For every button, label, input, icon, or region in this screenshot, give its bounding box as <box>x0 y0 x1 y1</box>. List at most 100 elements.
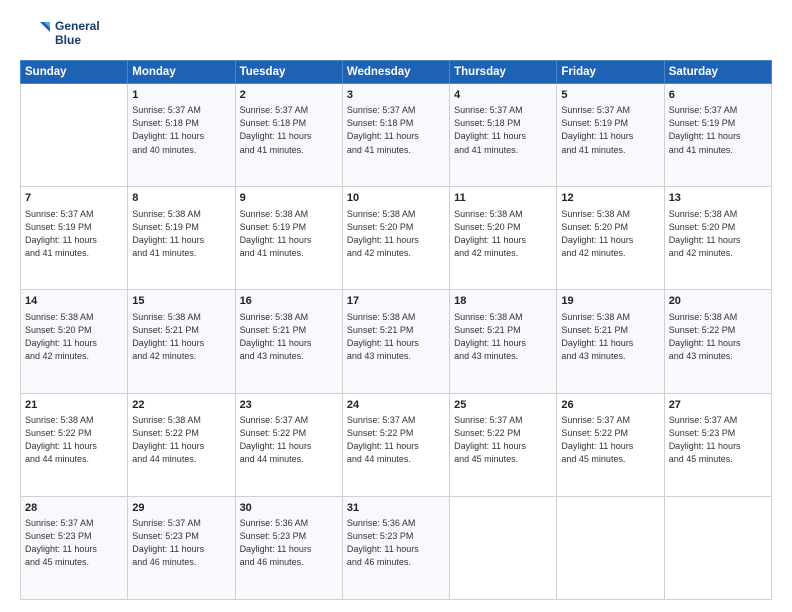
day-number: 14 <box>25 294 123 309</box>
day-cell: 14 Sunrise: 5:38 AM Sunset: 5:20 PM Dayli… <box>21 290 128 393</box>
day-info: Sunrise: 5:37 AM Sunset: 5:19 PM Dayligh… <box>561 104 659 156</box>
day-cell: 28Sunrise: 5:37 AM Sunset: 5:23 PM Dayli… <box>21 496 128 599</box>
day-number: 31 <box>347 501 445 516</box>
day-info: Sunrise: 5:37 AM Sunset: 5:22 PM Dayligh… <box>561 414 659 466</box>
day-header-friday: Friday <box>557 61 664 84</box>
day-info: Sunrise: 5:38 AM Sunset: 5:21 PM Dayligh… <box>347 311 445 363</box>
day-header-thursday: Thursday <box>450 61 557 84</box>
calendar-table: SundayMondayTuesdayWednesdayThursdayFrid… <box>20 60 772 600</box>
day-cell: 2Sunrise: 5:37 AM Sunset: 5:18 PM Daylig… <box>235 84 342 187</box>
day-number: 18 <box>454 294 552 309</box>
day-info: Sunrise: 5:36 AM Sunset: 5:23 PM Dayligh… <box>347 517 445 569</box>
day-info: Sunrise: 5:38 AM Sunset: 5:20 PM Dayligh… <box>454 208 552 260</box>
day-cell: 5Sunrise: 5:37 AM Sunset: 5:19 PM Daylig… <box>557 84 664 187</box>
day-cell: 24Sunrise: 5:37 AM Sunset: 5:22 PM Dayli… <box>342 393 449 496</box>
day-info: Sunrise: 5:38 AM Sunset: 5:19 PM Dayligh… <box>132 208 230 260</box>
day-number: 25 <box>454 398 552 413</box>
day-cell: 18 Sunrise: 5:38 AM Sunset: 5:21 PM Dayli… <box>450 290 557 393</box>
day-number: 8 <box>132 191 230 206</box>
calendar-body: 1Sunrise: 5:37 AM Sunset: 5:18 PM Daylig… <box>21 84 772 600</box>
logo-text-block: General Blue <box>55 20 100 48</box>
day-number: 27 <box>669 398 767 413</box>
day-cell: 22Sunrise: 5:38 AM Sunset: 5:22 PM Dayli… <box>128 393 235 496</box>
day-number: 12 <box>561 191 659 206</box>
day-cell: 10Sunrise: 5:38 AM Sunset: 5:20 PM Dayli… <box>342 187 449 290</box>
day-number: 30 <box>240 501 338 516</box>
day-number: 13 <box>669 191 767 206</box>
day-cell: 23Sunrise: 5:37 AM Sunset: 5:22 PM Dayli… <box>235 393 342 496</box>
day-info: Sunrise: 5:38 AM Sunset: 5:20 PM Dayligh… <box>669 208 767 260</box>
day-number: 17 <box>347 294 445 309</box>
day-number: 11 <box>454 191 552 206</box>
day-cell <box>450 496 557 599</box>
day-cell <box>557 496 664 599</box>
week-row: 7Sunrise: 5:37 AM Sunset: 5:19 PM Daylig… <box>21 187 772 290</box>
day-number: 29 <box>132 501 230 516</box>
day-number: 3 <box>347 88 445 103</box>
week-row: 28Sunrise: 5:37 AM Sunset: 5:23 PM Dayli… <box>21 496 772 599</box>
day-info: Sunrise: 5:38 AM Sunset: 5:20 PM Dayligh… <box>347 208 445 260</box>
day-cell: 26Sunrise: 5:37 AM Sunset: 5:22 PM Dayli… <box>557 393 664 496</box>
day-info: Sunrise: 5:38 AM Sunset: 5:22 PM Dayligh… <box>669 311 767 363</box>
day-header-saturday: Saturday <box>664 61 771 84</box>
calendar-header: SundayMondayTuesdayWednesdayThursdayFrid… <box>21 61 772 84</box>
day-info: Sunrise: 5:37 AM Sunset: 5:22 PM Dayligh… <box>347 414 445 466</box>
day-info: Sunrise: 5:38 AM Sunset: 5:22 PM Dayligh… <box>132 414 230 466</box>
day-info: Sunrise: 5:38 AM Sunset: 5:21 PM Dayligh… <box>454 311 552 363</box>
day-info: Sunrise: 5:37 AM Sunset: 5:23 PM Dayligh… <box>25 517 123 569</box>
page: General Blue SundayMondayTuesdayWednesda… <box>0 0 792 612</box>
day-info: Sunrise: 5:37 AM Sunset: 5:23 PM Dayligh… <box>669 414 767 466</box>
day-info: Sunrise: 5:37 AM Sunset: 5:18 PM Dayligh… <box>347 104 445 156</box>
day-number: 15 <box>132 294 230 309</box>
day-cell: 1Sunrise: 5:37 AM Sunset: 5:18 PM Daylig… <box>128 84 235 187</box>
day-number: 6 <box>669 88 767 103</box>
day-cell: 7Sunrise: 5:37 AM Sunset: 5:19 PM Daylig… <box>21 187 128 290</box>
day-info: Sunrise: 5:37 AM Sunset: 5:23 PM Dayligh… <box>132 517 230 569</box>
day-info: Sunrise: 5:37 AM Sunset: 5:22 PM Dayligh… <box>454 414 552 466</box>
day-number: 5 <box>561 88 659 103</box>
week-row: 14 Sunrise: 5:38 AM Sunset: 5:20 PM Dayli… <box>21 290 772 393</box>
day-info: Sunrise: 5:38 AM Sunset: 5:22 PM Dayligh… <box>25 414 123 466</box>
day-info: Sunrise: 5:37 AM Sunset: 5:18 PM Dayligh… <box>240 104 338 156</box>
day-header-sunday: Sunday <box>21 61 128 84</box>
day-cell: 11 Sunrise: 5:38 AM Sunset: 5:20 PM Dayli… <box>450 187 557 290</box>
day-cell: 15 Sunrise: 5:38 AM Sunset: 5:21 PM Dayli… <box>128 290 235 393</box>
day-info: Sunrise: 5:37 AM Sunset: 5:19 PM Dayligh… <box>669 104 767 156</box>
day-number: 26 <box>561 398 659 413</box>
day-info: Sunrise: 5:38 AM Sunset: 5:20 PM Dayligh… <box>561 208 659 260</box>
day-info: Sunrise: 5:37 AM Sunset: 5:19 PM Dayligh… <box>25 208 123 260</box>
header-row: SundayMondayTuesdayWednesdayThursdayFrid… <box>21 61 772 84</box>
logo: General Blue <box>20 18 100 50</box>
day-header-monday: Monday <box>128 61 235 84</box>
day-info: Sunrise: 5:37 AM Sunset: 5:18 PM Dayligh… <box>454 104 552 156</box>
day-cell: 17 Sunrise: 5:38 AM Sunset: 5:21 PM Dayli… <box>342 290 449 393</box>
logo-svg <box>20 18 52 50</box>
week-row: 1Sunrise: 5:37 AM Sunset: 5:18 PM Daylig… <box>21 84 772 187</box>
day-cell: 20Sunrise: 5:38 AM Sunset: 5:22 PM Dayli… <box>664 290 771 393</box>
day-number: 9 <box>240 191 338 206</box>
day-number: 2 <box>240 88 338 103</box>
day-number: 23 <box>240 398 338 413</box>
day-cell: 6Sunrise: 5:37 AM Sunset: 5:19 PM Daylig… <box>664 84 771 187</box>
day-info: Sunrise: 5:38 AM Sunset: 5:21 PM Dayligh… <box>132 311 230 363</box>
logo-line2: Blue <box>55 34 100 48</box>
header: General Blue <box>20 18 772 50</box>
day-cell: 21Sunrise: 5:38 AM Sunset: 5:22 PM Dayli… <box>21 393 128 496</box>
day-cell: 12 Sunrise: 5:38 AM Sunset: 5:20 PM Dayli… <box>557 187 664 290</box>
day-number: 16 <box>240 294 338 309</box>
day-cell: 31Sunrise: 5:36 AM Sunset: 5:23 PM Dayli… <box>342 496 449 599</box>
day-cell: 30Sunrise: 5:36 AM Sunset: 5:23 PM Dayli… <box>235 496 342 599</box>
day-cell: 19Sunrise: 5:38 AM Sunset: 5:21 PM Dayli… <box>557 290 664 393</box>
day-info: Sunrise: 5:36 AM Sunset: 5:23 PM Dayligh… <box>240 517 338 569</box>
day-header-tuesday: Tuesday <box>235 61 342 84</box>
day-header-wednesday: Wednesday <box>342 61 449 84</box>
day-number: 28 <box>25 501 123 516</box>
day-cell: 29Sunrise: 5:37 AM Sunset: 5:23 PM Dayli… <box>128 496 235 599</box>
day-cell: 16Sunrise: 5:38 AM Sunset: 5:21 PM Dayli… <box>235 290 342 393</box>
logo-graphic: General Blue <box>20 18 100 50</box>
day-number: 1 <box>132 88 230 103</box>
day-number: 22 <box>132 398 230 413</box>
day-info: Sunrise: 5:37 AM Sunset: 5:18 PM Dayligh… <box>132 104 230 156</box>
day-cell: 13 Sunrise: 5:38 AM Sunset: 5:20 PM Dayli… <box>664 187 771 290</box>
day-info: Sunrise: 5:38 AM Sunset: 5:20 PM Dayligh… <box>25 311 123 363</box>
